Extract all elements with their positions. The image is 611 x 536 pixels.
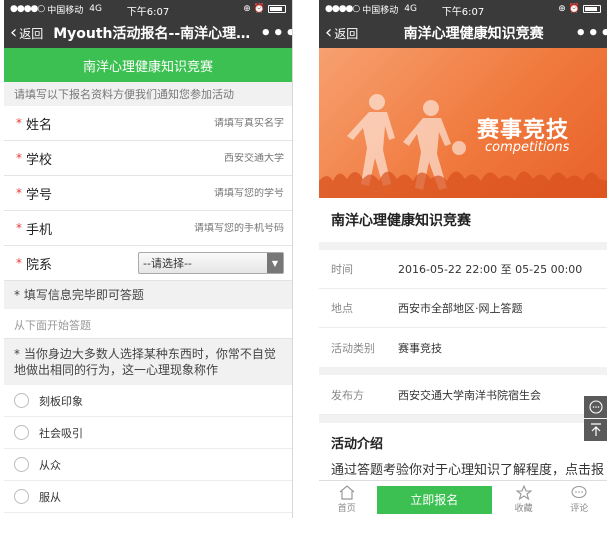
required-mark: * [16, 221, 22, 235]
student-id-label: 学号 [26, 187, 53, 203]
category-row: 活动类别 赛事竞技 [319, 328, 607, 367]
phone-input[interactable] [86, 222, 284, 234]
phone-label: 手机 [26, 222, 53, 238]
more-icon[interactable]: ••• [575, 23, 607, 44]
department-label: 院系 [26, 257, 53, 273]
comment-icon [571, 485, 587, 499]
required-mark: * [16, 151, 22, 165]
radio-icon[interactable] [14, 425, 29, 440]
answer-start-note: 从下面开始答题 [4, 309, 292, 339]
status-time: 下午6:07 [441, 7, 485, 18]
top-bar: ●●●●○ 中国移动 4G 下午6:07 ⊕ ⏰ ‹ 返回 南洋心理健康知识竞赛… [319, 0, 607, 48]
intro-heading: 活动介绍 [331, 436, 384, 452]
organizer-row[interactable]: 发布方 西安交通大学南洋书院宿生会 [319, 375, 607, 415]
comment-label: 评论 [570, 504, 589, 514]
intro-text: 通过答题考验你对于心理知识了解程度，点击报 [331, 463, 605, 478]
nav-title: Myouth活动报名--南洋心理… [53, 26, 251, 42]
option-label: 从众 [39, 458, 61, 472]
bottom-action-bar: 首页 立即报名 收藏 评论 [319, 480, 607, 518]
back-label: 返回 [334, 26, 359, 41]
right-phone-screen: ●●●●○ 中国移动 4G 下午6:07 ⊕ ⏰ ‹ 返回 南洋心理健康知识竞赛… [319, 0, 607, 518]
name-label: 姓名 [26, 117, 53, 133]
section-heading: * 填写信息完毕即可答题 [4, 281, 292, 309]
organizer-label: 发布方 [331, 388, 364, 402]
battery-icon [583, 5, 601, 13]
student-id-input[interactable] [86, 187, 284, 199]
crowd-silhouette-graphic [319, 171, 607, 198]
back-button[interactable]: ‹ 返回 [10, 24, 43, 42]
top-bar: ●●●●○ 中国移动 4G 下午6:07 ⊕ ⏰ ‹ 返回 Myouth活动报名… [4, 0, 292, 48]
category-label: 活动类别 [331, 341, 375, 355]
status-bar: ●●●●○ 中国移动 4G 下午6:07 ⊕ ⏰ [4, 0, 292, 18]
radio-icon[interactable] [14, 393, 29, 408]
location-value: 西安市全部地区·网上答题 [398, 302, 523, 315]
status-bar: ●●●●○ 中国移动 4G 下午6:07 ⊕ ⏰ [319, 0, 607, 18]
nav-bar: ‹ 返回 南洋心理健康知识竞赛 ••• [319, 18, 607, 48]
left-phone-screen: ●●●●○ 中国移动 4G 下午6:07 ⊕ ⏰ ‹ 返回 Myouth活动报名… [4, 0, 293, 518]
department-select[interactable]: --请选择-- ▼ [138, 252, 284, 274]
message-icon [588, 400, 603, 414]
nav-bar: ‹ 返回 Myouth活动报名--南洋心理… ••• [4, 18, 292, 48]
category-value: 赛事竞技 [398, 341, 442, 355]
name-input[interactable] [86, 117, 284, 129]
floating-buttons [584, 396, 607, 442]
time-value: 2016-05-22 22:00 至 05-25 00:00 [398, 263, 583, 276]
home-tab[interactable]: 首页 [319, 485, 375, 514]
signup-button[interactable]: 立即报名 [376, 485, 492, 514]
more-icon[interactable]: ••• [260, 23, 292, 44]
department-field-row: * 院系 --请选择-- ▼ [4, 246, 292, 281]
dropdown-arrow-icon: ▼ [267, 253, 283, 273]
divider [319, 415, 607, 423]
favorite-label: 收藏 [514, 504, 533, 514]
battery-icon [268, 5, 286, 13]
form-notice: 请填写以下报名资料方便我们通知您参加活动 [4, 82, 292, 106]
message-button[interactable] [584, 396, 607, 418]
student-id-field-row: * 学号 [4, 176, 292, 211]
back-label: 返回 [19, 26, 44, 41]
school-field-row: * 学校 [4, 141, 292, 176]
back-to-top-button[interactable] [584, 419, 607, 441]
required-mark: * [16, 116, 22, 130]
time-label: 时间 [331, 263, 353, 276]
comment-tab[interactable]: 评论 [551, 485, 607, 514]
back-to-top-icon [590, 423, 601, 436]
home-label: 首页 [337, 504, 356, 514]
form-header: 南洋心理健康知识竞赛 [4, 48, 292, 82]
school-label: 学校 [26, 152, 53, 168]
favorite-tab[interactable]: 收藏 [496, 485, 552, 514]
back-button[interactable]: ‹ 返回 [325, 24, 358, 42]
required-mark: * [16, 186, 22, 200]
required-mark: * [16, 256, 22, 270]
option-label: 社会吸引 [39, 426, 83, 440]
home-icon [339, 485, 355, 500]
radio-icon[interactable] [14, 457, 29, 472]
organizer-value: 西安交通大学南洋书院宿生会 [398, 388, 541, 402]
back-chevron-icon: ‹ [10, 22, 18, 43]
divider [319, 367, 607, 375]
answer-option[interactable]: 从众 [4, 449, 292, 481]
option-label: 刻板印象 [39, 394, 83, 408]
event-title: 南洋心理健康知识竞赛 [319, 198, 607, 250]
answer-option[interactable]: 服从 [4, 481, 292, 513]
back-chevron-icon: ‹ [325, 22, 333, 43]
nav-title: 南洋心理健康知识竞赛 [403, 26, 544, 42]
radio-icon[interactable] [14, 489, 29, 504]
answer-option[interactable]: 刻板印象 [4, 385, 292, 417]
option-label: 服从 [39, 490, 61, 504]
location-label: 地点 [331, 302, 353, 315]
event-banner: 赛事竞技 competitions [319, 48, 607, 198]
star-icon [515, 485, 532, 500]
status-time: 下午6:07 [126, 7, 170, 18]
name-field-row: * 姓名 [4, 106, 292, 141]
location-row: 地点 西安市全部地区·网上答题 [319, 289, 607, 328]
answer-option[interactable]: 社会吸引 [4, 417, 292, 449]
school-input[interactable] [86, 152, 284, 164]
question-text: * 当你身边大多数人选择某种东西时，你常不自觉地做出相同的行为，这一心理现象称作 [4, 339, 292, 385]
department-select-value: --请选择-- [143, 257, 192, 270]
time-row: 时间 2016-05-22 22:00 至 05-25 00:00 [319, 250, 607, 289]
phone-field-row: * 手机 [4, 211, 292, 246]
